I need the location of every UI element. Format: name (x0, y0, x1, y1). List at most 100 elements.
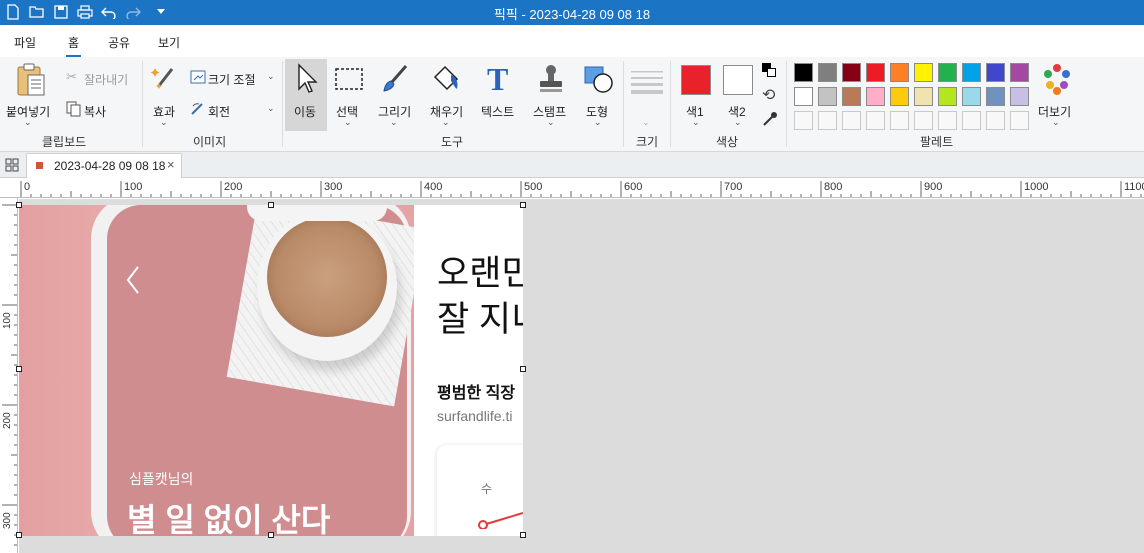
card-line-graph (478, 512, 523, 529)
divider (142, 61, 143, 147)
canvas-workspace[interactable]: 심플캣님의 별 일 없이 산다 오랜민 잘 지니 평범한 직장 surfandl… (16, 199, 1144, 553)
chevron-down-icon: ⌄ (642, 117, 650, 127)
palette-empty-swatch[interactable] (938, 111, 957, 130)
palette-empty-swatch[interactable] (866, 111, 885, 130)
ruler-label: 400 (424, 181, 443, 193)
copy-icon (66, 101, 81, 117)
palette-swatch[interactable] (962, 63, 981, 82)
copy-button[interactable]: 복사 (66, 101, 126, 119)
subheading: 평범한 직장 (437, 385, 516, 402)
selection-icon (335, 68, 363, 90)
palette-empty-swatch[interactable] (1010, 111, 1029, 130)
palette-swatch[interactable] (986, 63, 1005, 82)
back-chevron-icon (126, 266, 139, 294)
card-label: 수 (481, 482, 493, 496)
color1-button[interactable]: 색1 ⌄ (676, 61, 716, 129)
palette-swatch[interactable] (794, 87, 813, 106)
chevron-down-icon: ⌄ (547, 117, 555, 127)
color-dots-icon (1044, 64, 1070, 95)
ruler-label: 0 (24, 181, 31, 193)
palette-swatch[interactable] (986, 87, 1005, 106)
resize-handle[interactable] (268, 532, 274, 538)
phone-title: 별 일 없이 산다 (127, 502, 331, 536)
resize-handle[interactable] (16, 202, 22, 208)
grid-view-icon[interactable] (0, 152, 24, 178)
close-icon[interactable]: × (167, 157, 175, 172)
color2-button[interactable]: 색2 ⌄ (718, 61, 758, 129)
chevron-down-icon: ⌄ (160, 117, 168, 127)
title-bar: 픽픽 - 2023-04-28 09 08 18 (0, 0, 1144, 25)
chevron-down-icon: ⌄ (594, 117, 602, 127)
cut-label: 잘라내기 (84, 73, 129, 87)
palette-swatch[interactable] (1010, 87, 1029, 106)
palette-swatch[interactable] (890, 87, 909, 106)
palette-swatch[interactable] (866, 87, 885, 106)
size-button[interactable]: ⌄ (628, 67, 666, 127)
canvas-image[interactable]: 심플캣님의 별 일 없이 산다 오랜민 잘 지니 평범한 직장 surfandl… (19, 205, 523, 536)
palette-empty-swatch[interactable] (794, 111, 813, 130)
palette-empty-swatch[interactable] (842, 111, 861, 130)
tab-home[interactable]: 홈 (65, 34, 82, 57)
resize-handle[interactable] (16, 366, 22, 372)
divider (282, 61, 283, 147)
more-colors-button[interactable]: 더보기 ⌄ (1034, 61, 1078, 129)
text-tool-button[interactable]: T 텍스트 (476, 61, 522, 129)
magic-wand-icon (150, 68, 174, 89)
palette-swatch[interactable] (962, 87, 981, 106)
resize-button[interactable]: 크기 조절 ⌄ (190, 69, 278, 87)
palette-swatch[interactable] (914, 63, 933, 82)
resize-label: 크기 조절 (208, 73, 256, 87)
vertical-ruler: 100 200 300 (0, 198, 18, 553)
palette-swatch[interactable] (866, 63, 885, 82)
clipboard-group-label: 클립보드 (42, 135, 87, 149)
tab-file[interactable]: 파일 (14, 34, 36, 51)
palette-empty-swatch[interactable] (914, 111, 933, 130)
document-tab[interactable]: 2023-04-28 09 08 18 × (26, 153, 182, 178)
palette-group-label: 팔레트 (920, 135, 954, 149)
move-tool-button[interactable]: 이동 (285, 61, 327, 129)
resize-handle[interactable] (16, 532, 22, 538)
tab-share[interactable]: 공유 (108, 34, 130, 51)
ruler-label: 1100 (1124, 181, 1144, 193)
resize-handle[interactable] (520, 202, 526, 208)
palette-swatch[interactable] (914, 87, 933, 106)
ruler-label: 300 (324, 181, 343, 193)
palette-empty-swatch[interactable] (890, 111, 909, 130)
stamp-icon (540, 65, 562, 92)
resize-handle[interactable] (520, 366, 526, 372)
palette-empty-swatch[interactable] (818, 111, 837, 130)
swap-colors-icon[interactable]: ⟲ (762, 85, 775, 105)
stamp-tool-button[interactable]: 스탬프 ⌄ (528, 61, 574, 129)
ruler-label: 500 (524, 181, 543, 193)
palette-swatch[interactable] (890, 63, 909, 82)
chevron-down-icon: ⌄ (267, 103, 275, 113)
draw-tool-button[interactable]: 그리기 ⌄ (374, 61, 416, 129)
palette-swatch[interactable] (842, 63, 861, 82)
color-group-label: 색상 (716, 135, 739, 149)
divider (670, 61, 671, 147)
fill-tool-button[interactable]: 채우기 ⌄ (424, 61, 468, 129)
tab-view[interactable]: 보기 (158, 34, 180, 51)
default-colors-icon[interactable] (762, 63, 778, 79)
resize-handle[interactable] (520, 532, 526, 538)
select-tool-button[interactable]: 선택 ⌄ (330, 61, 368, 129)
palette-empty-swatch[interactable] (986, 111, 1005, 130)
image-icon (36, 162, 43, 169)
brush-icon (383, 65, 408, 92)
palette-swatch[interactable] (818, 63, 837, 82)
eyedropper-icon[interactable] (762, 111, 778, 127)
palette-swatch[interactable] (938, 87, 957, 106)
palette-swatch[interactable] (842, 87, 861, 106)
palette-swatch[interactable] (938, 63, 957, 82)
cut-button[interactable]: ✂ 잘라내기 (66, 69, 136, 87)
ruler-label: 200 (224, 181, 243, 193)
palette-empty-swatch[interactable] (962, 111, 981, 130)
palette-swatch[interactable] (818, 87, 837, 106)
shape-tool-button[interactable]: 도형 ⌄ (580, 61, 620, 129)
paste-button[interactable]: 붙여넣기 ⌄ (6, 61, 58, 129)
palette-swatch[interactable] (1010, 63, 1029, 82)
palette-swatch[interactable] (794, 63, 813, 82)
effects-button[interactable]: 효과 ⌄ (146, 61, 184, 129)
rotate-button[interactable]: 회전 ⌄ (190, 101, 278, 119)
resize-handle[interactable] (268, 202, 274, 208)
